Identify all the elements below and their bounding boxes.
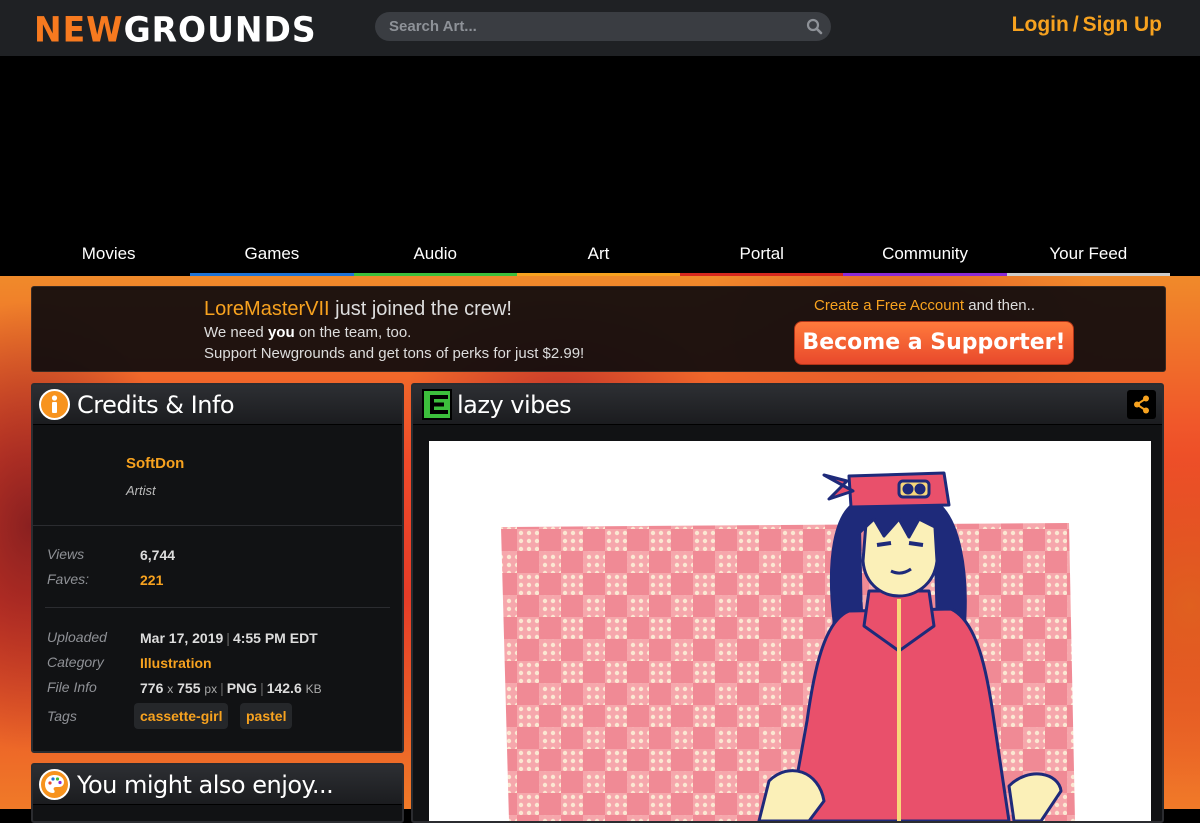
auth-links: Login / Sign Up [1012,13,1162,37]
dims-unit: px [204,682,218,696]
fileinfo-value: 776 x 755 px | PNG | 142.6 KB [140,680,322,696]
nav-label: Games [244,244,300,263]
promo-headline: LoreMasterVII just joined the crew! [204,298,512,321]
artist-name-link[interactable]: SoftDon [126,455,184,472]
ad-banner-area [0,56,1200,234]
become-supporter-button[interactable]: Become a Supporter! [794,321,1074,365]
promo-joined: just joined the crew! [329,298,512,320]
faves-label: Faves: [47,571,90,587]
auth-separator: / [1072,13,1079,36]
credits-info-panel: Credits & Info SoftDon Artist Views 6,74… [31,383,404,753]
nav-label: Community [882,244,969,263]
artwork-image[interactable] [429,441,1151,821]
views-value: 6,744 [140,547,176,563]
nav-label: Movies [81,244,136,263]
category-value[interactable]: Illustration [140,655,212,671]
fileinfo-label: File Info [47,679,97,695]
logo-grounds: GROUNDS [123,9,317,50]
nav-games[interactable]: Games [190,234,354,276]
divider [33,525,402,526]
tags-label: Tags [47,708,77,724]
artwork-panel: lazy vibes [411,383,1164,823]
login-link[interactable]: Login [1012,13,1069,36]
also-enjoy-panel: You might also enjoy... [31,763,404,823]
pipe-separator: | [260,680,264,696]
search-box [375,12,831,41]
nav-movies[interactable]: Movies [27,234,191,276]
pipe-separator: | [220,680,224,696]
share-button[interactable] [1127,390,1156,419]
nav-portal[interactable]: Portal [680,234,844,276]
panel-header: lazy vibes [413,385,1162,425]
promo-username[interactable]: LoreMasterVII [204,298,330,320]
nav-your-feed[interactable]: Your Feed [1006,234,1170,276]
panel-header: You might also enjoy... [33,765,402,805]
site-header: NEWGROUNDS Login/Sign Up [0,0,1200,56]
promo-line2-pre: We need [204,324,268,341]
size-unit: KB [305,682,322,696]
nav-audio[interactable]: Audio [353,234,517,276]
faves-value[interactable]: 221 [140,572,163,588]
artwork-illustration [501,471,1075,821]
nav-label: Art [587,244,610,263]
logo-new: NEW [34,9,124,50]
nav-art[interactable]: Art [516,234,681,276]
artwork-title: lazy vibes [457,391,572,419]
dims-height: 755 [177,680,201,696]
nav-label: Audio [413,244,457,263]
promo-and-then: and then.. [964,297,1035,314]
category-label: Category [47,654,104,670]
newgrounds-logo[interactable]: NEWGROUNDS [34,9,317,50]
artist-role: Artist [126,483,156,498]
everyone-rating-icon [422,389,452,420]
palette-icon [39,769,70,800]
nav-label: Your Feed [1049,244,1128,263]
dims-x: x [167,682,174,696]
uploaded-date: Mar 17, 2019 [140,630,224,646]
pipe-separator: | [226,630,230,646]
tag-cassette-girl[interactable]: cassette-girl [134,703,229,729]
panel-header: Credits & Info [33,385,402,425]
info-icon [39,389,70,420]
search-icon[interactable] [806,18,823,35]
promo-line2: We need you on the team, too. [204,324,411,341]
promo-create-text: Create a Free Account and then.. [814,297,1035,314]
promo-line2-bold: you [267,324,295,341]
promo-line3: Support Newgrounds and get tons of perks… [204,345,585,362]
uploaded-label: Uploaded [47,629,107,645]
uploaded-value: Mar 17, 2019 | 4:55 PM EDT [140,630,318,646]
signup-link[interactable]: Sign Up [1083,13,1162,36]
file-format: PNG [226,680,258,696]
supporter-promo: LoreMasterVII just joined the crew! We n… [31,286,1166,372]
main-nav: Movies Games Audio Art Portal Community … [27,234,1170,276]
dims-width: 776 [140,680,164,696]
views-label: Views [47,546,85,562]
search-input[interactable] [389,16,789,37]
tag-pastel[interactable]: pastel [240,703,293,729]
nav-label: Portal [739,244,784,263]
divider [45,607,390,608]
uploaded-time: 4:55 PM EDT [232,630,318,646]
create-account-link[interactable]: Create a Free Account [814,297,964,314]
also-enjoy-title: You might also enjoy... [77,771,334,799]
file-size: 142.6 [266,680,302,696]
credits-title: Credits & Info [77,391,235,419]
nav-community[interactable]: Community [843,234,1007,276]
share-icon [1134,395,1149,414]
promo-line2-post: on the team, too. [294,324,412,341]
